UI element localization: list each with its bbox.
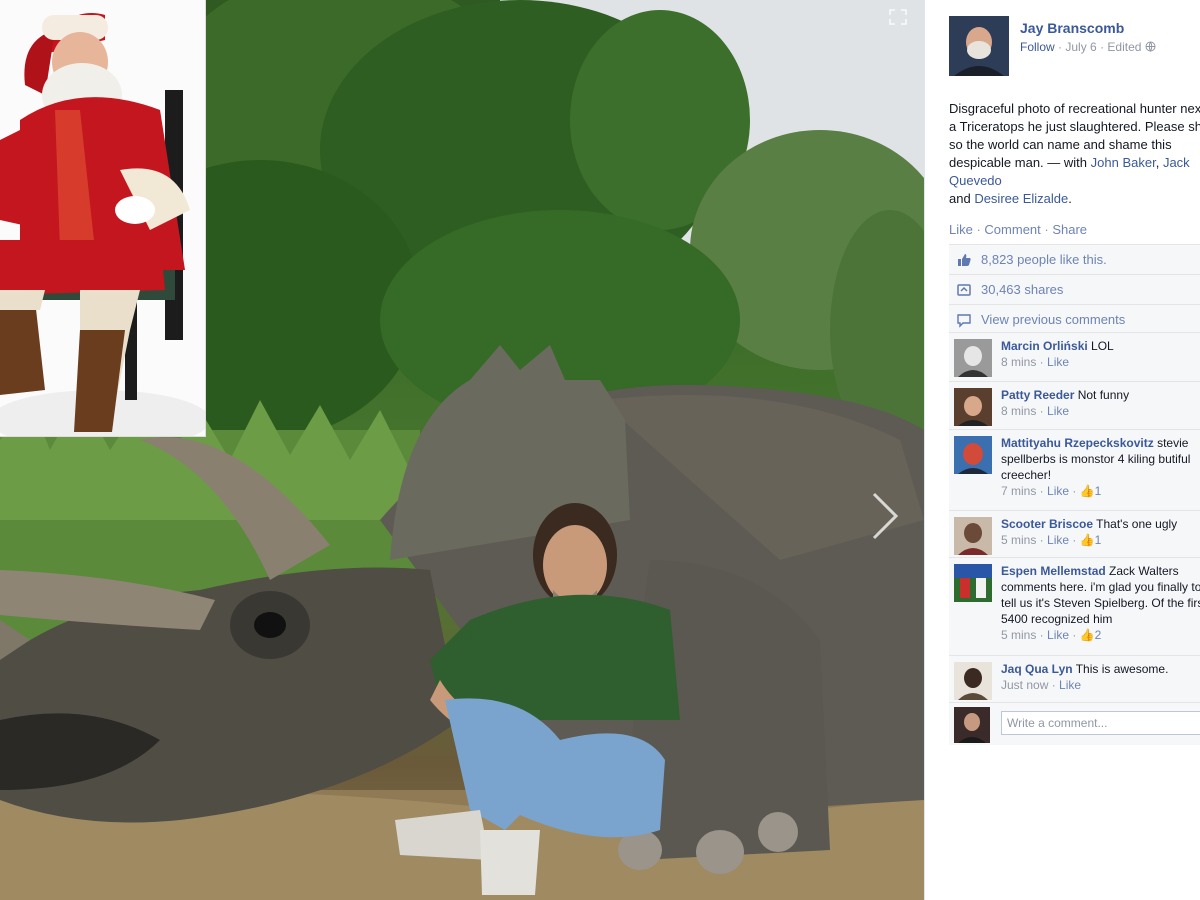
author-name[interactable]: Jay Branscomb — [1020, 20, 1124, 36]
comment-time[interactable]: 5 mins — [1001, 628, 1036, 642]
comment-body: Scooter Briscoe That's one ugly 5 mins ·… — [1001, 516, 1200, 548]
comment-text: LOL — [1091, 339, 1114, 353]
comment-body: Mattityahu Rzepeckskovitz stevie spellbe… — [1001, 435, 1200, 499]
comment-meta: 5 mins · Like · 👍2 — [1001, 628, 1102, 642]
tagged-person[interactable]: Desiree Elizalde — [974, 191, 1068, 206]
write-comment-input[interactable] — [1001, 711, 1200, 735]
comment-time[interactable]: 5 mins — [1001, 533, 1036, 547]
thumbs-up-icon: 👍 — [1079, 533, 1095, 547]
commenter-avatar[interactable] — [954, 662, 992, 700]
commenter-name[interactable]: Scooter Briscoe — [1001, 517, 1093, 531]
commenter-name[interactable]: Espen Mellemstad — [1001, 564, 1106, 578]
comment-time[interactable]: 7 mins — [1001, 484, 1036, 498]
likes-row: 8,823 people like this. — [949, 244, 1200, 274]
comment-like-link[interactable]: Like — [1047, 355, 1069, 369]
comment-item: Jaq Qua Lyn This is awesome. Just now · … — [949, 655, 1200, 702]
view-previous-row: View previous comments — [949, 304, 1200, 334]
comment-like-link[interactable]: Like — [1059, 678, 1081, 692]
tag-separator: and — [949, 191, 975, 206]
commenter-name[interactable]: Marcin Orliński — [1001, 339, 1088, 353]
globe-icon — [1145, 41, 1156, 53]
post-message: Disgraceful photo of recreational hunter… — [949, 100, 1200, 208]
comment-list: Marcin Orliński LOL 8 mins · Like Patty … — [949, 332, 1200, 745]
comment-like-count[interactable]: 1 — [1095, 533, 1102, 547]
view-previous-comments[interactable]: View previous comments — [981, 312, 1125, 327]
comment-item: Patty Reeder Not funny 8 mins · Like — [949, 381, 1200, 429]
santa-figure — [0, 0, 205, 436]
commenter-name[interactable]: Patty Reeder — [1001, 388, 1074, 402]
commenter-name[interactable]: Jaq Qua Lyn — [1001, 662, 1073, 676]
comment-item: Marcin Orliński LOL 8 mins · Like — [949, 332, 1200, 381]
commenter-avatar[interactable] — [954, 339, 992, 377]
comment-body: Jaq Qua Lyn This is awesome. Just now · … — [1001, 661, 1200, 693]
thumbs-up-icon: 👍 — [1079, 484, 1095, 498]
comment-meta: 8 mins · Like — [1001, 404, 1070, 418]
author-avatar[interactable] — [949, 16, 1009, 76]
with-prefix: — with — [1047, 155, 1088, 170]
action-separator: · — [1040, 222, 1053, 237]
follow-link[interactable]: Follow — [1020, 40, 1055, 54]
tagged-person[interactable]: John Baker — [1091, 155, 1156, 170]
viewer-avatar — [954, 707, 990, 743]
comment-text: This is awesome. — [1075, 662, 1169, 676]
share-icon — [957, 283, 971, 296]
share-action[interactable]: Share — [1052, 222, 1087, 237]
commenter-name[interactable]: Mattityahu Rzepeckskovitz — [1001, 436, 1154, 450]
post-photo[interactable] — [0, 0, 924, 900]
comment-like-link[interactable]: Like — [1047, 628, 1069, 642]
comment-like-count[interactable]: 1 — [1095, 484, 1102, 498]
comment-meta: 8 mins · Like — [1001, 355, 1070, 369]
comment-item: Mattityahu Rzepeckskovitz stevie spellbe… — [949, 429, 1200, 510]
likes-count[interactable]: 8,823 people like this. — [981, 252, 1107, 267]
post-date[interactable]: July 6 — [1065, 40, 1096, 54]
commenter-avatar[interactable] — [954, 436, 992, 474]
post-stats: 8,823 people like this. 30,463 shares Vi… — [949, 244, 1200, 334]
chevron-right-icon[interactable] — [868, 488, 902, 544]
comment-text: That's one ugly — [1096, 517, 1178, 531]
post-meta: Follow · July 6 · Edited — [1020, 40, 1156, 54]
comment-item: Scooter Briscoe That's one ugly 5 mins ·… — [949, 510, 1200, 557]
edited-label[interactable]: Edited — [1107, 40, 1141, 54]
tag-separator: , — [1155, 155, 1163, 170]
comment-time[interactable]: 8 mins — [1001, 404, 1036, 418]
comment-action[interactable]: Comment — [984, 222, 1040, 237]
comment-bubble-icon — [957, 313, 971, 328]
comment-body: Marcin Orliński LOL 8 mins · Like — [1001, 338, 1200, 370]
expand-icon[interactable] — [888, 8, 908, 26]
comment-like-link[interactable]: Like — [1047, 484, 1069, 498]
comment-time[interactable]: 8 mins — [1001, 355, 1036, 369]
like-action[interactable]: Like — [949, 222, 973, 237]
post-side-panel: Jay Branscomb Follow · July 6 · Edited D… — [924, 0, 1200, 900]
comment-body: Patty Reeder Not funny 8 mins · Like — [1001, 387, 1200, 419]
comment-like-link[interactable]: Like — [1047, 533, 1069, 547]
comment-like-link[interactable]: Like — [1047, 404, 1069, 418]
comment-composer — [949, 702, 1200, 745]
thumbs-up-icon: 👍 — [1079, 628, 1095, 642]
comment-meta: Just now · Like — [1001, 678, 1082, 692]
commenter-avatar[interactable] — [954, 517, 992, 555]
comment-item: Espen Mellemstad Zack Walters comments h… — [949, 557, 1200, 655]
post-actions: Like · Comment · Share — [949, 222, 1087, 237]
action-separator: · — [972, 222, 985, 237]
shares-row: 30,463 shares — [949, 274, 1200, 304]
comment-meta: 7 mins · Like · 👍1 — [1001, 484, 1102, 498]
comment-time[interactable]: Just now — [1001, 678, 1048, 692]
commenter-avatar[interactable] — [954, 388, 992, 426]
comment-meta: 5 mins · Like · 👍1 — [1001, 533, 1102, 547]
comment-like-count[interactable]: 2 — [1095, 628, 1102, 642]
thumbs-up-icon — [958, 253, 971, 266]
comment-body: Espen Mellemstad Zack Walters comments h… — [1001, 563, 1200, 643]
comment-text: Not funny — [1077, 388, 1130, 402]
shares-count[interactable]: 30,463 shares — [981, 282, 1063, 297]
commenter-avatar[interactable] — [954, 564, 992, 602]
santa-inset-image — [0, 0, 206, 437]
